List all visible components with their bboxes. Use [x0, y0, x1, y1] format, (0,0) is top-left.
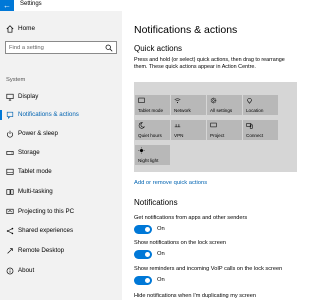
- quick-action-label: Connect: [246, 133, 264, 138]
- quick-action-network[interactable]: Network: [171, 95, 206, 115]
- home-icon: [6, 25, 14, 33]
- quick-action-connect[interactable]: Connect: [243, 120, 278, 140]
- sidebar-item-label: Display: [18, 93, 39, 100]
- sidebar-item-projecting[interactable]: Projecting to this PC: [0, 205, 122, 219]
- sidebar-item-label: Multi-tasking: [18, 188, 53, 195]
- page-title: Notifications & actions: [134, 24, 238, 36]
- projecting-icon: [6, 208, 14, 214]
- settings-icon: [210, 97, 217, 104]
- option-label: Get notifications from apps and other se…: [134, 215, 248, 221]
- network-icon: [174, 98, 181, 104]
- sidebar-item-label: Shared experiences: [18, 227, 74, 234]
- location-icon: [247, 98, 252, 104]
- quick-action-vpn[interactable]: VPN: [171, 120, 206, 140]
- section-label: System: [6, 77, 26, 83]
- option-label: Show notifications on the lock screen: [134, 240, 227, 246]
- tablet-mode-icon: [6, 168, 14, 175]
- notifications-heading: Notifications: [134, 198, 178, 207]
- toggle-knob: [145, 227, 150, 232]
- sidebar-item-label: Power & sleep: [18, 130, 58, 137]
- sidebar-item-label: Notifications & actions: [18, 111, 79, 118]
- toggle-state: On: [157, 251, 165, 257]
- quick-action-tablet-mode[interactable]: Tablet mode: [135, 95, 170, 115]
- option-label: Hide notifications when I'm duplicating …: [134, 293, 257, 299]
- quick-action-label: All settings: [210, 108, 233, 113]
- toggle-get-notifications[interactable]: [134, 225, 152, 234]
- sidebar-item-display[interactable]: Display: [0, 90, 122, 104]
- search-input[interactable]: [9, 44, 103, 52]
- toggle-knob: [145, 278, 150, 283]
- toggle-knob: [145, 252, 150, 257]
- quick-actions-grid: Tablet mode Network All settings Locatio…: [134, 82, 297, 172]
- quick-actions-description: Press and hold (or select) quick actions…: [134, 57, 285, 70]
- sidebar-item-power-sleep[interactable]: Power & sleep: [0, 127, 122, 141]
- sidebar-item-label: Tablet mode: [18, 168, 52, 175]
- sidebar-item-label: Remote Desktop: [18, 247, 65, 254]
- title-bar: ← Settings: [0, 0, 300, 11]
- main-content: Notifications & actions Quick actions Pr…: [122, 11, 300, 300]
- display-icon: [6, 93, 14, 101]
- sidebar-item-about[interactable]: About: [0, 264, 122, 278]
- quick-action-label: Network: [174, 108, 191, 113]
- sidebar-item-notifications[interactable]: Notifications & actions: [0, 108, 122, 122]
- notifications-icon: [6, 111, 14, 119]
- tablet-mode-icon: [138, 97, 145, 103]
- search-box[interactable]: [5, 41, 117, 54]
- quick-action-label: VPN: [174, 133, 184, 138]
- quick-action-label: Night light: [138, 158, 159, 163]
- sidebar-item-label: About: [18, 267, 35, 274]
- sidebar-item-tablet-mode[interactable]: Tablet mode: [0, 165, 122, 179]
- quick-action-all-settings[interactable]: All settings: [207, 95, 242, 115]
- quick-action-quiet-hours[interactable]: Quiet hours: [135, 120, 170, 140]
- sidebar-item-label: Home: [18, 25, 36, 32]
- quick-action-night-light[interactable]: Night light: [135, 145, 170, 165]
- toggle-state: On: [157, 277, 165, 283]
- option-label: Show reminders and incoming VoIP calls o…: [134, 266, 283, 272]
- sidebar: Home System Display Notifications & acti…: [0, 11, 122, 300]
- toggle-state: On: [157, 226, 165, 232]
- back-button[interactable]: ←: [0, 0, 14, 11]
- about-icon: [6, 267, 14, 275]
- quick-action-label: Location: [246, 108, 264, 113]
- quick-actions-heading: Quick actions: [134, 44, 183, 53]
- quick-action-location[interactable]: Location: [243, 95, 278, 115]
- night-light-icon: [138, 147, 145, 154]
- quick-action-label: Tablet mode: [138, 108, 164, 113]
- shared-experiences-icon: [6, 227, 14, 235]
- sidebar-item-home[interactable]: Home: [0, 22, 122, 36]
- moon-icon: [138, 122, 145, 129]
- sidebar-item-storage[interactable]: Storage: [0, 146, 122, 160]
- search-icon[interactable]: [105, 44, 113, 52]
- power-icon: [7, 130, 13, 138]
- multitasking-icon: [6, 189, 14, 195]
- quick-action-project[interactable]: Project: [207, 120, 242, 140]
- sidebar-item-shared-experiences[interactable]: Shared experiences: [0, 224, 122, 238]
- sidebar-item-label: Projecting to this PC: [18, 208, 75, 215]
- quick-action-label: Quiet hours: [138, 133, 162, 138]
- sidebar-item-multitasking[interactable]: Multi-tasking: [0, 185, 122, 199]
- remote-desktop-icon: [7, 248, 13, 254]
- window-title: Settings: [20, 1, 42, 7]
- sidebar-item-label: Storage: [18, 149, 40, 156]
- storage-icon: [6, 151, 14, 155]
- toggle-lock-screen-notifications[interactable]: [134, 250, 152, 259]
- connect-icon: [246, 123, 253, 129]
- project-icon: [210, 122, 217, 128]
- quick-action-label: Project: [210, 133, 225, 138]
- selection-indicator: [0, 110, 2, 120]
- vpn-icon: [174, 124, 181, 128]
- sidebar-item-remote-desktop[interactable]: Remote Desktop: [0, 244, 122, 258]
- toggle-reminders-voip[interactable]: [134, 276, 152, 285]
- add-remove-quick-actions-link[interactable]: Add or remove quick actions: [134, 180, 207, 186]
